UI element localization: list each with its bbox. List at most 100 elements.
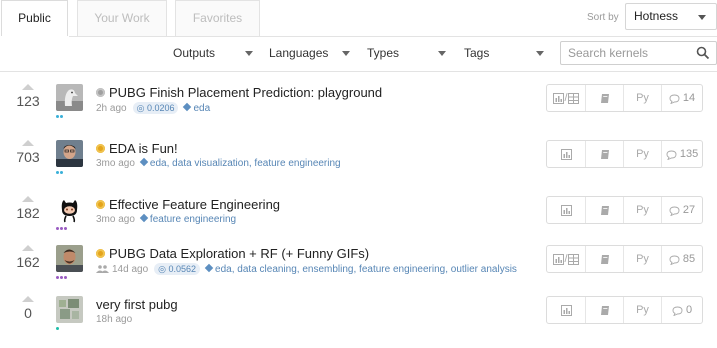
tier-indicator bbox=[56, 115, 64, 119]
language-button[interactable]: Py bbox=[624, 85, 662, 111]
tags-filter-label: Tags bbox=[464, 46, 490, 60]
comments-button[interactable]: 14 bbox=[662, 85, 702, 111]
notebook-icon bbox=[600, 206, 609, 215]
kernel-tags[interactable]: eda bbox=[193, 103, 210, 114]
notebook-icon bbox=[600, 306, 609, 315]
kernel-tabs: Public Your Work Favorites Sort by Hotne… bbox=[0, 0, 717, 37]
table-icon bbox=[567, 254, 579, 265]
comment-count: 14 bbox=[682, 92, 696, 104]
vote-count: 182 bbox=[16, 205, 40, 221]
output-button[interactable] bbox=[547, 297, 586, 323]
types-filter[interactable]: Types bbox=[367, 46, 446, 60]
comment-count: 0 bbox=[685, 304, 693, 316]
upvote-icon[interactable] bbox=[22, 140, 34, 146]
tab-public[interactable]: Public bbox=[1, 0, 68, 36]
sort-by-label: Sort by bbox=[587, 12, 619, 23]
comments-button[interactable]: 27 bbox=[662, 197, 702, 223]
kernel-title[interactable]: PUBG Finish Placement Prediction: playgr… bbox=[109, 85, 382, 100]
upvote-icon[interactable] bbox=[22, 245, 34, 251]
table-icon bbox=[567, 93, 579, 104]
kernel-title-line: Effective Feature Engineering bbox=[96, 197, 280, 212]
avatar[interactable] bbox=[56, 196, 83, 223]
language-label: Py bbox=[636, 304, 649, 316]
comment-count: 27 bbox=[682, 204, 696, 216]
kernel-meta: 14d ago ◎ 0.0562 eda, data cleaning, ensem… bbox=[96, 263, 517, 275]
kernel-title[interactable]: EDA is Fun! bbox=[109, 141, 178, 156]
vote-count: 0 bbox=[24, 305, 32, 321]
comments-button[interactable]: 0 bbox=[662, 297, 702, 323]
outputs-filter-label: Outputs bbox=[173, 46, 216, 60]
notebook-icon bbox=[600, 94, 609, 103]
kernel-row: 0 very first pubg 18h ago Py 0 bbox=[0, 296, 717, 347]
comments-button[interactable]: 135 bbox=[662, 141, 702, 167]
tag-icon bbox=[204, 263, 214, 273]
kernel-tags[interactable]: eda, data visualization, feature enginee… bbox=[150, 158, 341, 169]
status-icon bbox=[96, 88, 105, 97]
avatar[interactable] bbox=[56, 140, 83, 167]
sort-value: Hotness bbox=[634, 9, 679, 23]
output-button[interactable]: / bbox=[547, 85, 586, 111]
avatar[interactable] bbox=[56, 84, 83, 111]
score-value: 0.0206 bbox=[146, 103, 175, 113]
kernel-row: 162 PUBG Data Exploration + RF (+ Funny G… bbox=[0, 245, 717, 296]
status-icon bbox=[96, 200, 105, 209]
tags-filter[interactable]: Tags bbox=[464, 46, 544, 60]
upvote-icon[interactable] bbox=[22, 296, 34, 302]
output-button[interactable]: / bbox=[547, 246, 586, 272]
output-button[interactable] bbox=[547, 141, 586, 167]
language-button[interactable]: Py bbox=[624, 246, 662, 272]
avatar[interactable] bbox=[56, 296, 83, 323]
search-input[interactable] bbox=[561, 42, 691, 64]
comment-icon bbox=[666, 150, 677, 161]
comment-count: 135 bbox=[679, 148, 699, 160]
kernel-row: 703 EDA is Fun! 3mo ago eda, data visualiza… bbox=[0, 140, 717, 191]
notebook-icon bbox=[600, 255, 609, 264]
languages-filter[interactable]: Languages bbox=[269, 46, 350, 60]
language-button[interactable]: Py bbox=[624, 141, 662, 167]
kernel-title[interactable]: very first pubg bbox=[96, 297, 178, 312]
chart-icon bbox=[560, 305, 572, 316]
kernel-actions: Py 135 bbox=[546, 140, 703, 168]
sort-select[interactable]: Hotness bbox=[625, 3, 717, 30]
avatar[interactable] bbox=[56, 245, 83, 272]
kernel-tags[interactable]: feature engineering bbox=[150, 214, 236, 225]
upvote-icon[interactable] bbox=[22, 196, 34, 202]
search-icon[interactable] bbox=[696, 46, 710, 60]
notebook-button[interactable] bbox=[586, 141, 624, 167]
kernel-title[interactable]: PUBG Data Exploration + RF (+ Funny GIFs… bbox=[109, 246, 369, 261]
kernel-meta: 18h ago bbox=[96, 314, 132, 325]
language-label: Py bbox=[636, 148, 649, 160]
vote-count: 123 bbox=[16, 93, 40, 109]
notebook-button[interactable] bbox=[586, 297, 624, 323]
tier-indicator bbox=[56, 171, 64, 175]
notebook-button[interactable] bbox=[586, 246, 624, 272]
notebook-button[interactable] bbox=[586, 197, 624, 223]
team-icon bbox=[96, 265, 109, 273]
output-button[interactable] bbox=[547, 197, 586, 223]
tab-favorites[interactable]: Favorites bbox=[175, 0, 260, 36]
kernel-age: 18h ago bbox=[96, 314, 133, 325]
kernel-title-line: PUBG Finish Placement Prediction: playgr… bbox=[96, 85, 382, 100]
chart-icon bbox=[560, 205, 572, 216]
filter-bar: Outputs Languages Types Tags bbox=[0, 37, 717, 72]
kernel-title[interactable]: Effective Feature Engineering bbox=[109, 197, 280, 212]
chevron-down-icon bbox=[342, 51, 350, 56]
upvote-icon[interactable] bbox=[22, 84, 34, 90]
tab-your-work[interactable]: Your Work bbox=[77, 0, 167, 36]
kernel-title-line: very first pubg bbox=[96, 297, 178, 312]
comment-icon bbox=[669, 255, 680, 266]
chevron-down-icon bbox=[536, 51, 544, 56]
notebook-button[interactable] bbox=[586, 85, 624, 111]
kernel-age: 14d ago bbox=[112, 264, 149, 275]
tier-indicator bbox=[56, 276, 68, 280]
language-button[interactable]: Py bbox=[624, 197, 662, 223]
kernel-age: 3mo ago bbox=[96, 158, 135, 169]
languages-filter-label: Languages bbox=[269, 46, 329, 60]
kernel-tags[interactable]: eda, data cleaning, ensembling, feature … bbox=[215, 264, 517, 275]
search-box bbox=[560, 41, 717, 65]
kernel-meta: 3mo ago feature engineering bbox=[96, 213, 236, 225]
language-label: Py bbox=[636, 253, 649, 265]
comments-button[interactable]: 85 bbox=[662, 246, 702, 272]
outputs-filter[interactable]: Outputs bbox=[173, 46, 253, 60]
language-button[interactable]: Py bbox=[624, 297, 662, 323]
